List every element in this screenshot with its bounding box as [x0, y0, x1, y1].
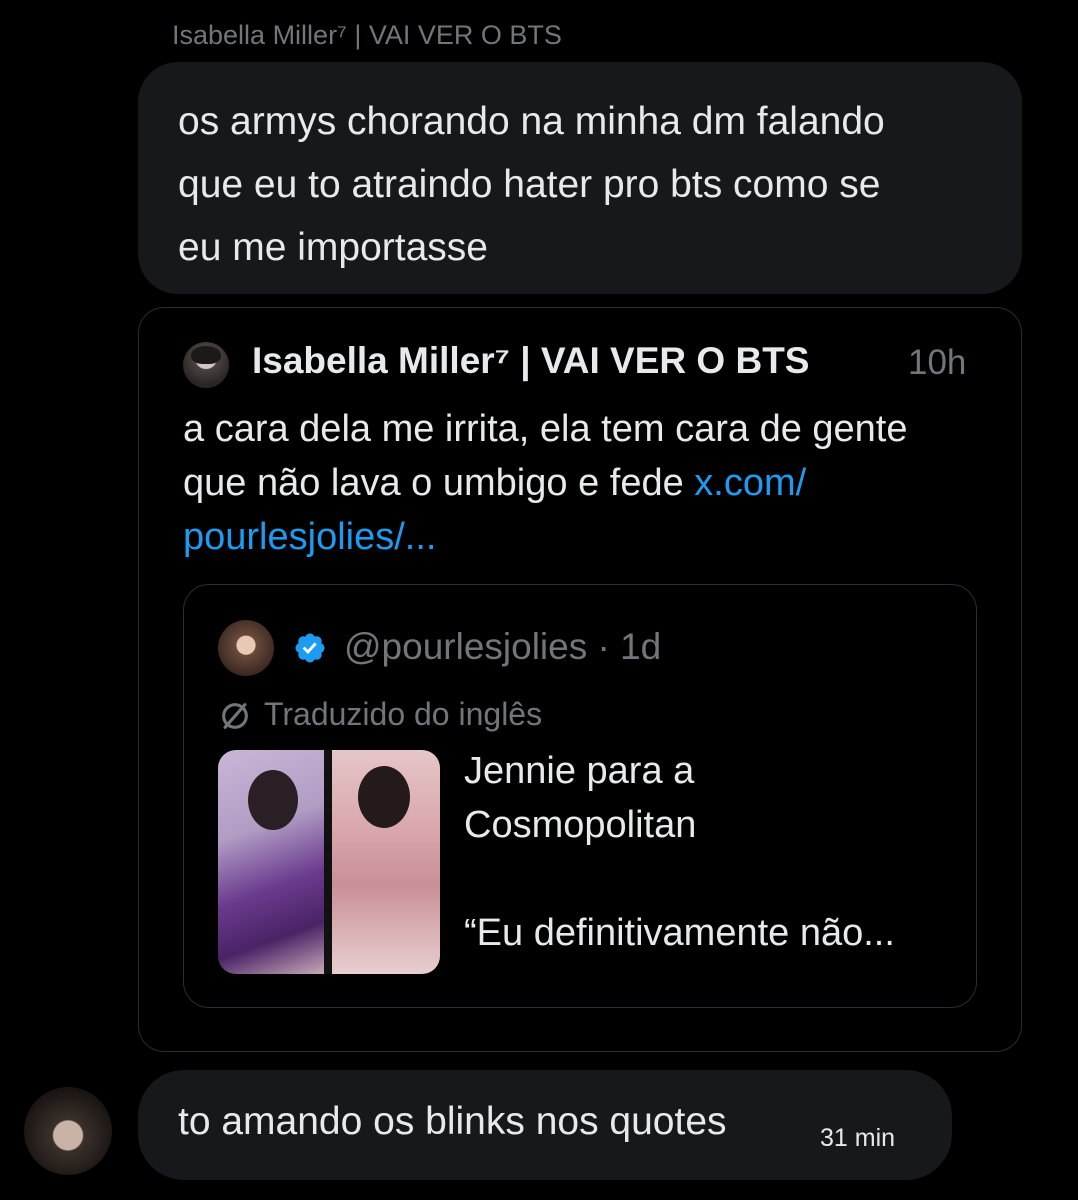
post-link[interactable]: x.com/ — [694, 462, 806, 504]
sent-message-text: to amando os blinks nos quotes — [178, 1100, 727, 1143]
quoted-post-time: 10h — [908, 343, 967, 382]
translated-label[interactable]: Traduzido do inglês — [264, 696, 542, 733]
message-line: que eu to atraindo hater pro bts como se — [178, 163, 881, 206]
nested-author-handle[interactable]: @pourlesjolies · 1d — [344, 626, 661, 668]
quoted-author-avatar[interactable] — [183, 342, 229, 388]
nested-text-line: Jennie para a — [464, 750, 695, 792]
sender-avatar[interactable] — [24, 1087, 112, 1175]
sent-message-bubble[interactable]: to amando os blinks nos quotes 31 min — [138, 1070, 952, 1180]
message-line: os armys chorando na minha dm falando — [178, 100, 885, 143]
message-line: eu me importasse — [178, 226, 488, 269]
quoted-post-text: a cara dela me irrita, ela tem cara de g… — [183, 402, 983, 564]
message-timestamp: 31 min — [820, 1124, 896, 1152]
media-thumbnail[interactable] — [218, 750, 440, 974]
received-message-bubble[interactable]: os armys chorando na minha dm falando qu… — [138, 62, 1022, 294]
sender-name: Isabella Miller⁷ | VAI VER O BTS — [172, 20, 562, 50]
quoted-text-line: que não lava o umbigo e fede x.com/ — [183, 456, 983, 510]
thumbnail-image-left — [218, 750, 324, 974]
quoted-text-line: a cara dela me irrita, ela tem cara de g… — [183, 408, 908, 450]
nested-post-text: Jennie para a Cosmopolitan “Eu definitiv… — [464, 744, 964, 960]
quoted-author-name[interactable]: Isabella Miller⁷ | VAI VER O BTS — [252, 340, 809, 382]
nested-text-line: Cosmopolitan — [464, 804, 697, 846]
quoted-text-plain: que não lava o umbigo e fede — [183, 462, 695, 504]
thumbnail-divider — [324, 750, 332, 974]
thumbnail-image-right — [332, 750, 440, 974]
post-link-continued[interactable]: pourlesjolies/... — [183, 510, 983, 564]
nested-author-avatar[interactable] — [218, 620, 274, 676]
verified-badge-icon — [295, 633, 325, 663]
translate-icon — [222, 703, 248, 729]
nested-text-line: “Eu definitivamente não... — [464, 912, 895, 954]
